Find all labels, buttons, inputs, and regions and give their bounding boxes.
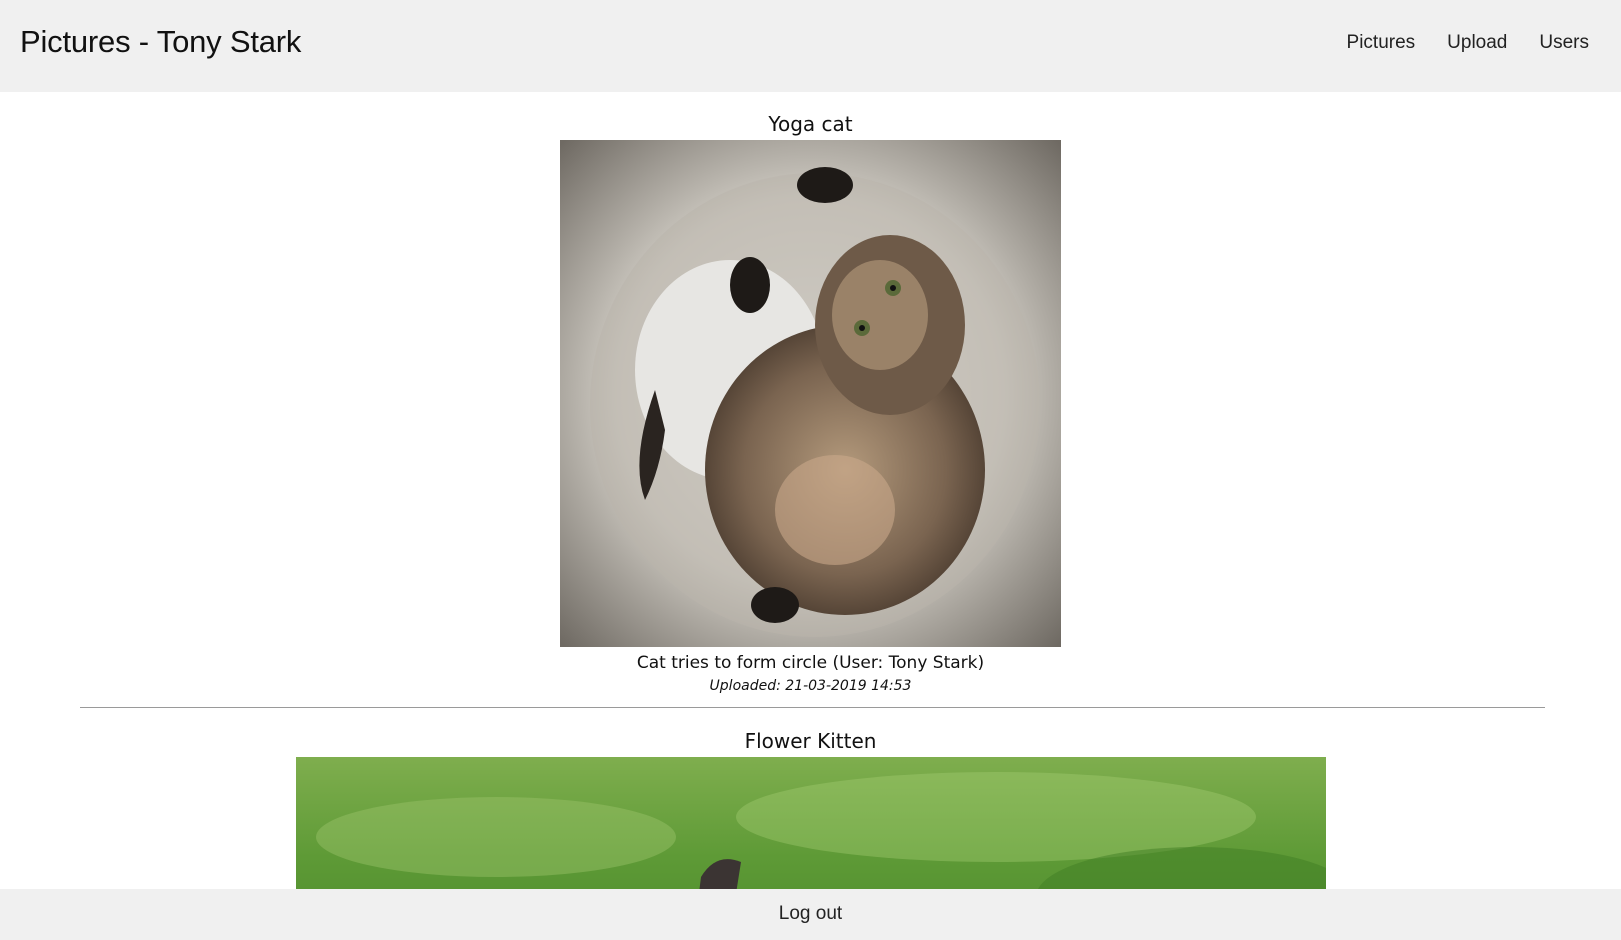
picture-post: Flower Kitten: [0, 729, 1621, 889]
nav-link-users[interactable]: Users: [1539, 32, 1589, 54]
upload-timestamp: Uploaded: 21-03-2019 14:53: [709, 678, 912, 694]
picture-title: Yoga cat: [768, 112, 853, 136]
main-nav: Pictures Upload Users: [1347, 32, 1589, 54]
post-divider: [80, 707, 1545, 708]
top-bar: Pictures - Tony Stark Pictures Upload Us…: [0, 0, 1621, 92]
bottom-bar: Log out: [0, 889, 1621, 940]
page-title: Pictures - Tony Stark: [20, 24, 302, 59]
picture-title: Flower Kitten: [744, 729, 877, 753]
flower-kitten-photo: [295, 757, 1326, 889]
nav-link-upload[interactable]: Upload: [1447, 32, 1507, 54]
picture-post: Yoga cat Cat tries to form circle (User:…: [0, 112, 1621, 695]
nav-link-pictures[interactable]: Pictures: [1347, 32, 1416, 54]
cat-in-bucket-photo: [560, 140, 1061, 647]
picture-caption: Cat tries to form circle (User: Tony Sta…: [636, 653, 985, 673]
picture-feed[interactable]: Yoga cat Cat tries to form circle (User:…: [0, 92, 1621, 889]
logout-link[interactable]: Log out: [779, 903, 842, 925]
